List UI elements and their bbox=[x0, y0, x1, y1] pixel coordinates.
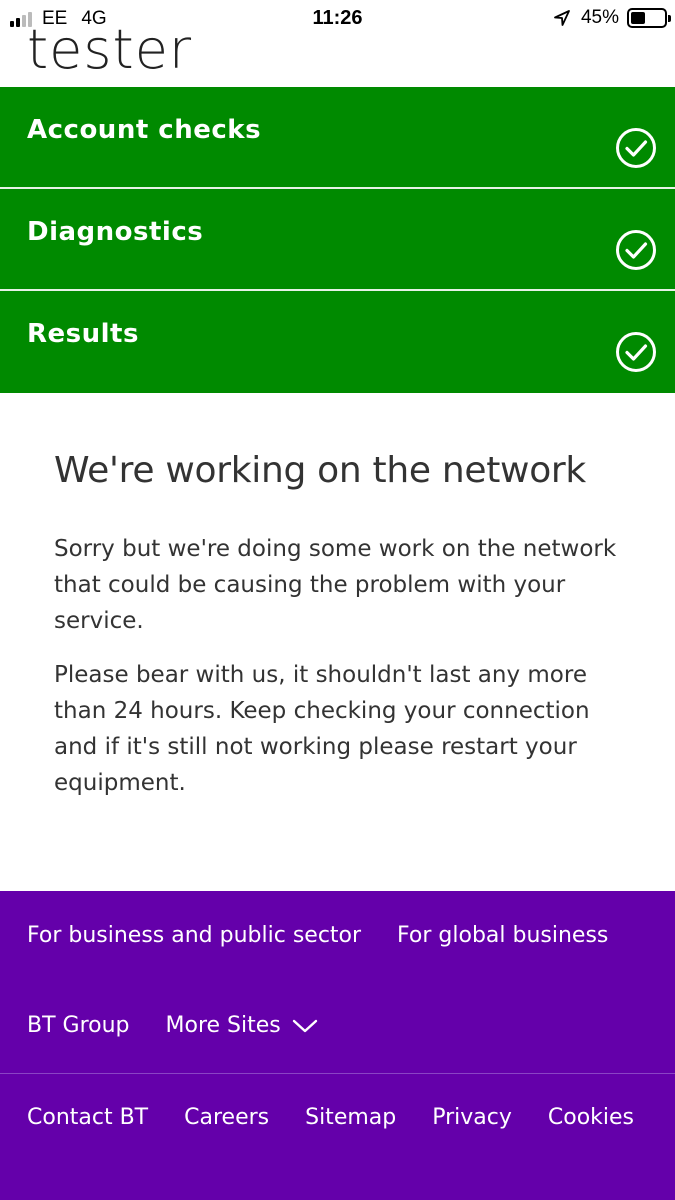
step-results[interactable]: Results bbox=[0, 291, 675, 393]
status-right: 45% bbox=[553, 7, 671, 29]
footer-row-primary: For business and public sector For globa… bbox=[27, 923, 644, 948]
footer-link-careers[interactable]: Careers bbox=[184, 1105, 269, 1130]
footer-link-bt-group[interactable]: BT Group bbox=[27, 1013, 130, 1038]
footer-link-contact[interactable]: Contact BT bbox=[27, 1105, 148, 1130]
step-diagnostics[interactable]: Diagnostics bbox=[0, 189, 675, 291]
chevron-down-icon bbox=[292, 1019, 317, 1032]
body-paragraph: Please bear with us, it shouldn't last a… bbox=[54, 662, 590, 796]
page-heading: We're working on the network bbox=[54, 450, 586, 491]
footer: For business and public sector For globa… bbox=[0, 891, 675, 1200]
footer-row-secondary: BT Group More Sites bbox=[27, 1013, 355, 1038]
footer-link-cookies[interactable]: Cookies bbox=[548, 1105, 634, 1130]
check-circle-icon bbox=[616, 230, 656, 270]
app-title: tester bbox=[27, 18, 193, 81]
more-sites-toggle[interactable]: More Sites bbox=[166, 1013, 319, 1038]
location-arrow-icon bbox=[554, 10, 570, 26]
battery-percent: 45% bbox=[580, 7, 619, 28]
check-circle-icon bbox=[616, 128, 656, 168]
step-account-checks[interactable]: Account checks bbox=[0, 87, 675, 189]
progress-steps: Account checks Diagnostics Results bbox=[0, 87, 675, 393]
footer-row-links: Contact BT Careers Sitemap Privacy Cooki… bbox=[27, 1105, 670, 1130]
main-content: We're working on the network Sorry but w… bbox=[54, 447, 634, 819]
footer-link-sitemap[interactable]: Sitemap bbox=[305, 1105, 396, 1130]
battery-fill bbox=[631, 12, 645, 24]
step-label: Diagnostics bbox=[27, 217, 204, 247]
battery-icon bbox=[627, 8, 671, 28]
check-circle-icon bbox=[616, 332, 656, 372]
footer-link-business[interactable]: For business and public sector bbox=[27, 923, 361, 948]
more-sites-label: More Sites bbox=[165, 1013, 281, 1038]
step-label: Results bbox=[27, 319, 139, 349]
footer-link-privacy[interactable]: Privacy bbox=[432, 1105, 512, 1130]
step-label: Account checks bbox=[27, 115, 262, 145]
body-paragraph: Sorry but we're doing some work on the n… bbox=[54, 536, 617, 634]
footer-divider bbox=[0, 1073, 675, 1074]
footer-link-global[interactable]: For global business bbox=[397, 923, 608, 948]
